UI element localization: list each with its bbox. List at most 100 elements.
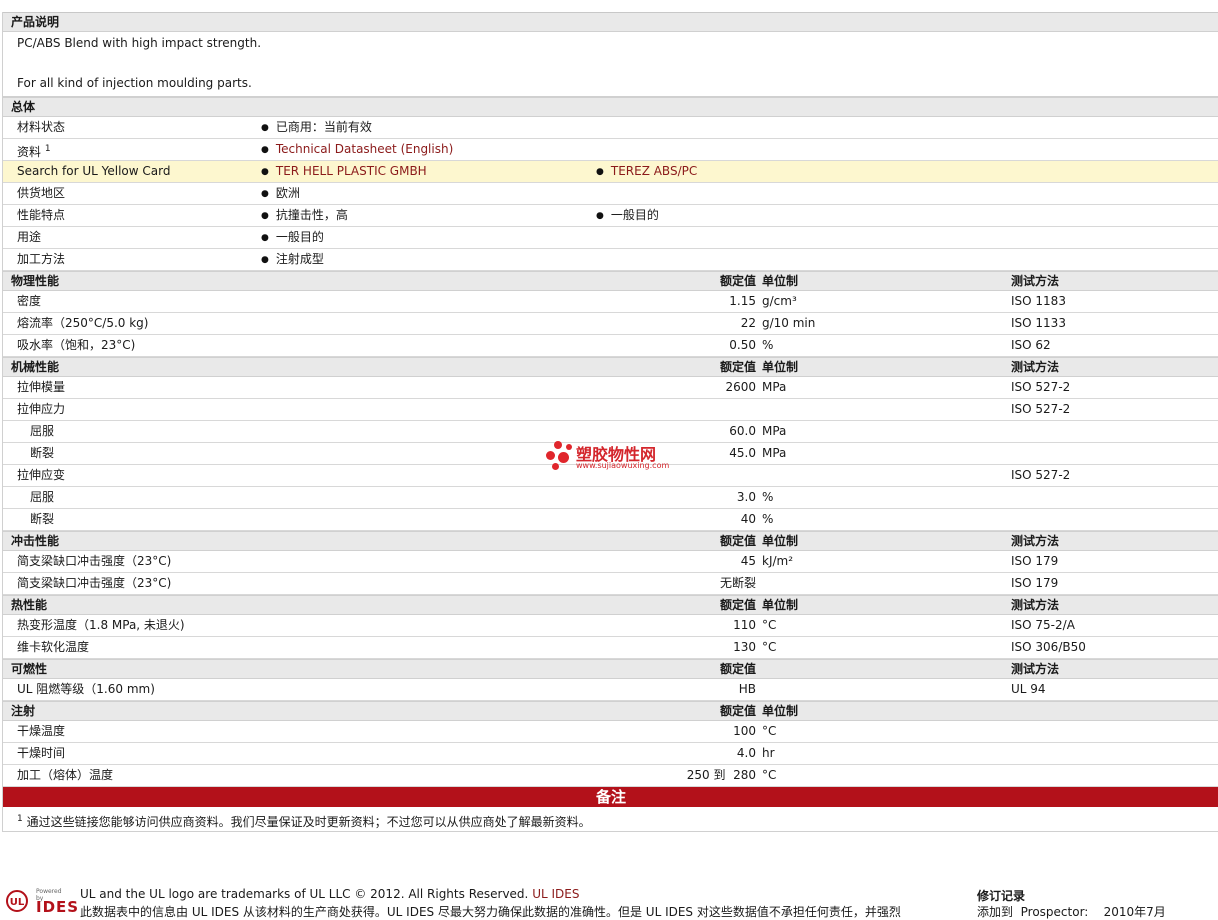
watermark-url: www.sujiaowuxing.com	[576, 461, 670, 470]
row-material-status: 材料状态 已商用：当前有效	[3, 117, 1218, 139]
row-value: 130	[733, 640, 756, 654]
datasheet: 产品说明 PC/ABS Blend with high impact stren…	[2, 12, 1218, 832]
section-title: 热性能	[11, 598, 48, 612]
col-header-nominal: 额定值	[719, 598, 756, 612]
row-value: 45.0	[729, 446, 756, 460]
row-processing: 加工方法 注射成型	[3, 249, 1218, 271]
footnote: 1 通过这些链接您能够访问供应商资料。我们尽量保证及时更新资料；不过您可以从供应…	[3, 807, 1218, 832]
col-header-unit: 单位制	[762, 534, 799, 548]
row-value: 一般目的	[261, 227, 324, 250]
row-unit: g/cm³	[762, 294, 797, 308]
table-row: 干燥时间 4.0 hr	[3, 743, 1218, 765]
row-value: 22	[740, 316, 756, 330]
yellow-card-company-link[interactable]: TER HELL PLASTIC GMBH	[276, 164, 427, 178]
row-unit: hr	[762, 746, 775, 760]
row-value: 60.0	[729, 424, 756, 438]
ul-ides-link[interactable]: UL IDES	[532, 887, 579, 901]
row-method: ISO 75-2/A	[1011, 618, 1075, 632]
row-value: 110	[733, 618, 756, 632]
row-value: 2600	[725, 380, 756, 394]
description-block: PC/ABS Blend with high impact strength. …	[3, 32, 1218, 97]
row-label: 加工方法	[17, 252, 66, 266]
table-row: 密度 1.15 g/cm³ ISO 1183	[3, 291, 1218, 313]
row-label: 拉伸模量	[17, 380, 66, 394]
col-header-unit: 单位制	[762, 598, 799, 612]
row-documents: 资料 1 Technical Datasheet (English)	[3, 139, 1218, 161]
table-row: 熔流率（250°C/5.0 kg) 22 g/10 min ISO 1133	[3, 313, 1218, 335]
section-title: 机械性能	[11, 360, 60, 374]
row-value: 3.0	[736, 490, 756, 504]
row-unit: %	[762, 512, 774, 526]
row-label: Search for UL Yellow Card	[17, 164, 171, 178]
row-label: 加工（熔体）温度	[17, 768, 114, 782]
row-uses: 用途 一般目的	[3, 227, 1218, 249]
col-header-unit: 单位制	[762, 360, 799, 374]
row-method: ISO 1183	[1011, 294, 1066, 308]
row-label: 屈服	[30, 424, 55, 438]
col-header-unit: 单位制	[762, 274, 799, 288]
section-header-physical: 物理性能 额定值 单位制 测试方法	[3, 271, 1218, 291]
row-value: 40	[740, 512, 756, 526]
col-header-method: 测试方法	[1011, 534, 1060, 548]
row-label: 维卡软化温度	[17, 640, 90, 654]
table-row: 拉伸应力 ISO 527-2	[3, 399, 1218, 421]
watermark-logo: 塑胶物性网 www.sujiaowuxing.com	[546, 441, 686, 477]
row-value: 1.15	[729, 294, 756, 308]
row-value: Technical Datasheet (English)	[261, 139, 453, 162]
col-header-nominal: 额定值	[719, 534, 756, 548]
row-value: 45	[740, 554, 756, 568]
row-unit: MPa	[762, 380, 787, 394]
section-header-flammability: 可燃性 额定值 测试方法	[3, 659, 1218, 679]
row-method: ISO 306/B50	[1011, 640, 1086, 654]
row-label: 资料 1	[17, 144, 51, 159]
row-unit: MPa	[762, 446, 787, 460]
table-row: 简支梁缺口冲击强度（23°C) 45 kJ/m² ISO 179	[3, 551, 1218, 573]
row-unit: MPa	[762, 424, 787, 438]
footnote-marker: 1	[44, 144, 51, 154]
yellow-card-product-link[interactable]: TEREZ ABS/PC	[611, 164, 697, 178]
table-row: 拉伸模量 2600 MPa ISO 527-2	[3, 377, 1218, 399]
row-unit: °C	[762, 768, 777, 782]
technical-datasheet-link[interactable]: Technical Datasheet (English)	[276, 142, 453, 156]
row-method: ISO 62	[1011, 338, 1051, 352]
ides-logo-text: IDES	[36, 898, 80, 916]
section-header-thermal: 热性能 额定值 单位制 测试方法	[3, 595, 1218, 615]
row-label: 密度	[17, 294, 42, 308]
row-label: 材料状态	[17, 120, 66, 134]
row-label: 干燥温度	[17, 724, 66, 738]
row-value: 250 到 280	[686, 768, 756, 782]
row-method: ISO 179	[1011, 554, 1059, 568]
row-label: 供货地区	[17, 186, 66, 200]
row-yellow-card: Search for UL Yellow Card TER HELL PLAST…	[3, 161, 1218, 183]
col-header-method: 测试方法	[1011, 598, 1060, 612]
row-value: TER HELL PLASTIC GMBH	[261, 161, 427, 184]
description-line: For all kind of injection moulding parts…	[17, 76, 252, 90]
description-line: PC/ABS Blend with high impact strength.	[17, 36, 262, 50]
row-label: 断裂	[30, 512, 55, 526]
row-features: 性能特点 抗撞击性，高 一般目的	[3, 205, 1218, 227]
col-header-nominal: 额定值	[719, 274, 756, 288]
row-label: UL 阻燃等级（1.60 mm)	[17, 682, 155, 696]
row-unit: %	[762, 338, 774, 352]
row-unit: g/10 min	[762, 316, 816, 330]
row-method: ISO 527-2	[1011, 468, 1071, 482]
table-row: UL 阻燃等级（1.60 mm) HB UL 94	[3, 679, 1218, 701]
revision-text: 添加到 Prospector: 2010年7月	[977, 905, 1166, 919]
row-value: 已商用：当前有效	[261, 117, 372, 140]
table-row: 简支梁缺口冲击强度（23°C) 无断裂 ISO 179	[3, 573, 1218, 595]
row-label: 屈服	[30, 490, 55, 504]
col-header-nominal: 额定值	[719, 704, 756, 718]
row-value: 抗撞击性，高	[261, 205, 348, 228]
row-value: TEREZ ABS/PC	[596, 161, 697, 184]
table-row: 屈服 60.0 MPa	[3, 421, 1218, 443]
row-method: ISO 1133	[1011, 316, 1066, 330]
col-header-method: 测试方法	[1011, 274, 1060, 288]
row-unit: %	[762, 490, 774, 504]
row-method: UL 94	[1011, 682, 1046, 696]
table-row: 加工（熔体）温度 250 到 280 °C	[3, 765, 1218, 787]
notes-header: 备注	[3, 787, 1218, 807]
row-value: HB	[738, 682, 756, 696]
row-method: ISO 527-2	[1011, 380, 1071, 394]
section-title: 冲击性能	[11, 534, 60, 548]
table-row: 干燥温度 100 °C	[3, 721, 1218, 743]
